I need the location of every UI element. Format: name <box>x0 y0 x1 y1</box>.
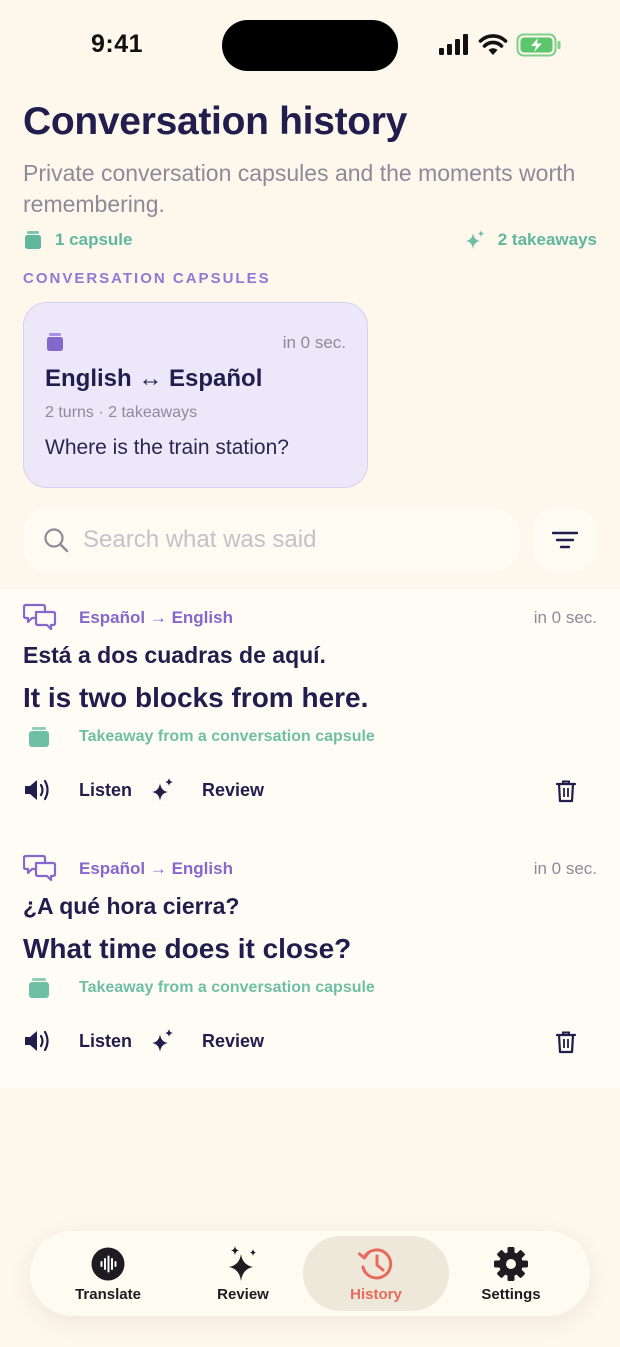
entry-time: in 0 sec. <box>533 608 597 627</box>
capsule-stack-icon <box>29 727 49 747</box>
tab-label: Settings <box>481 1286 541 1303</box>
trash-icon[interactable] <box>555 779 577 803</box>
capsule-stack-icon <box>29 978 49 998</box>
speaker-icon[interactable] <box>23 1029 53 1053</box>
source-text: ¿A qué hora cierra? <box>23 893 240 919</box>
tab-translate[interactable]: Translate <box>35 1231 181 1316</box>
source-text: Está a dos cuadras de aquí. <box>23 642 326 668</box>
takeaway-count-stat: 2 takeaways <box>464 228 597 252</box>
translated-text: It is two blocks from here. <box>23 682 369 713</box>
history-list: Español → English in 0 sec. Está a dos c… <box>0 589 620 1089</box>
capsule-time: in 0 sec. <box>282 333 346 352</box>
conversation-capsule-card[interactable]: in 0 sec. English ↔ Español 2 turns · 2 … <box>23 302 368 488</box>
conversation-bubbles-icon <box>23 603 57 631</box>
translated-text: What time does it close? <box>23 933 352 964</box>
search-input[interactable] <box>83 526 483 554</box>
capsule-stack-icon <box>47 333 63 351</box>
section-label-capsules: CONVERSATION CAPSULES <box>23 270 271 287</box>
takeaway-note: Takeaway from a conversation capsule <box>79 728 375 745</box>
history-entry[interactable]: Español → English in 0 sec. ¿A qué hora … <box>0 840 620 1090</box>
filter-lines-icon <box>552 531 578 549</box>
tab-history[interactable]: History <box>303 1236 449 1311</box>
status-icons <box>438 32 562 58</box>
language-pair: Español → English <box>79 608 233 627</box>
entry-time: in 0 sec. <box>533 859 597 878</box>
tab-bar: Translate Review History Settings <box>30 1231 590 1316</box>
search-box[interactable] <box>23 508 519 572</box>
status-time: 9:41 <box>91 30 144 58</box>
status-bar: 9:41 <box>0 0 620 92</box>
takeaway-note: Takeaway from a conversation capsule <box>79 979 375 996</box>
listen-button[interactable]: Listen <box>79 780 132 801</box>
sparkles-icon[interactable] <box>150 1028 174 1054</box>
tab-label: Translate <box>75 1286 141 1303</box>
filter-button[interactable] <box>533 508 597 572</box>
page-title: Conversation history <box>23 100 408 143</box>
capsule-meta: 2 turns · 2 takeaways <box>45 404 198 421</box>
waveform-icon <box>91 1245 125 1283</box>
history-clock-icon <box>357 1245 395 1283</box>
tab-label: History <box>350 1286 402 1303</box>
battery-charging-icon <box>516 33 561 57</box>
review-button[interactable]: Review <box>202 1031 264 1052</box>
conversation-bubbles-icon <box>23 854 57 882</box>
capsule-count-label: 1 capsule <box>55 230 133 249</box>
tab-review[interactable]: Review <box>170 1231 316 1316</box>
sparkles-icon <box>226 1245 260 1283</box>
takeaway-count-label: 2 takeaways <box>497 230 597 249</box>
speaker-icon[interactable] <box>23 778 53 802</box>
capsule-stack-icon <box>25 231 41 249</box>
capsule-count-stat: 1 capsule <box>23 228 133 252</box>
listen-button[interactable]: Listen <box>79 1031 132 1052</box>
cellular-signal-icon <box>439 34 468 55</box>
page-subtitle: Private conversation capsules and the mo… <box>23 160 576 217</box>
dynamic-island <box>222 20 398 71</box>
search-icon <box>43 527 69 553</box>
sparkles-icon <box>465 230 484 249</box>
capsule-phrase: Where is the train station? <box>45 436 289 459</box>
tab-settings[interactable]: Settings <box>438 1231 584 1316</box>
sparkles-icon[interactable] <box>150 777 174 803</box>
gear-icon <box>493 1245 529 1283</box>
review-button[interactable]: Review <box>202 780 264 801</box>
trash-icon[interactable] <box>555 1030 577 1054</box>
entry-actions: Listen Review <box>23 777 264 803</box>
entry-actions: Listen Review <box>23 1028 264 1054</box>
wifi-icon <box>478 34 508 55</box>
language-pair: Español → English <box>79 859 233 878</box>
tab-label: Review <box>217 1286 269 1303</box>
capsule-title: English ↔ Español <box>45 365 263 392</box>
history-entry[interactable]: Español → English in 0 sec. Está a dos c… <box>0 589 620 839</box>
